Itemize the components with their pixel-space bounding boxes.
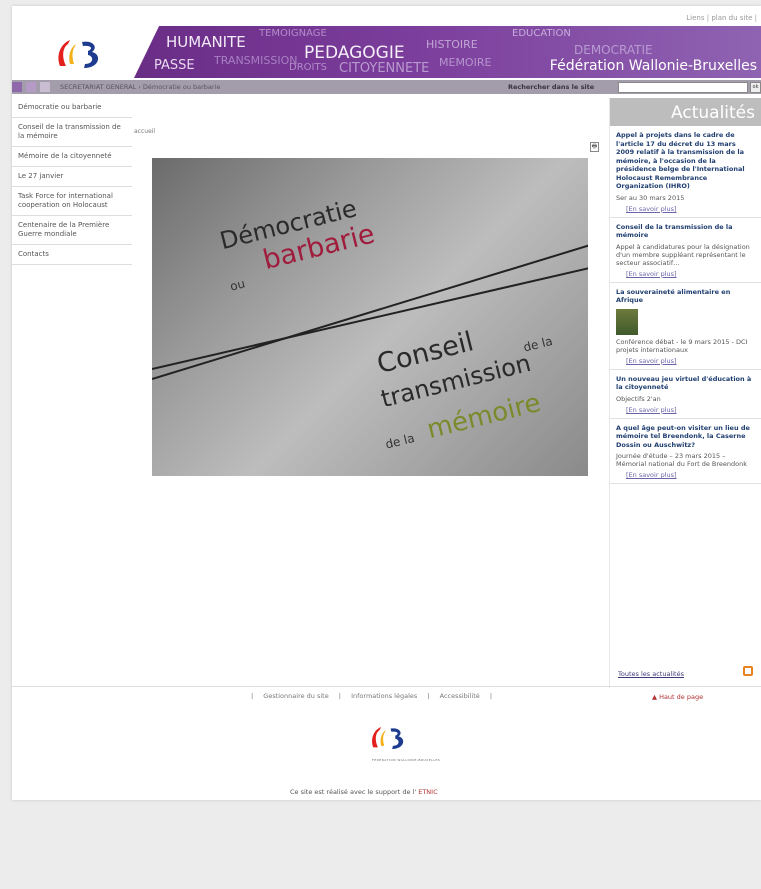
- banner-word: PASSE: [154, 58, 195, 73]
- footer-links: | Gestionnaire du site | Informations lé…: [247, 692, 496, 700]
- news-item: Conseil de la transmission de la mémoire…: [610, 218, 761, 283]
- sidebar-item-memoire[interactable]: Mémoire de la citoyenneté: [12, 147, 132, 167]
- sidebar-item-conseil[interactable]: Conseil de la transmission de la mémoire: [12, 118, 132, 147]
- news-header: Actualités: [610, 98, 761, 126]
- news-text: Objectifs 2'an: [616, 394, 661, 403]
- banner-word: DROITS: [289, 62, 327, 73]
- all-news-link[interactable]: Toutes les actualités: [618, 670, 684, 678]
- banner-word: HISTOIRE: [426, 38, 478, 51]
- news-title[interactable]: La souveraineté alimentaire en Afrique: [616, 288, 755, 305]
- read-more-link[interactable]: [En savoir plus]: [616, 270, 755, 278]
- hero-text: ou: [228, 276, 247, 294]
- banner-word: MEMOIRE: [439, 56, 492, 69]
- fwb-logo[interactable]: [52, 34, 108, 74]
- site-name: Fédération Wallonie-Bruxelles: [549, 58, 757, 74]
- news-item: Un nouveau jeu virtuel d'éducation à la …: [610, 370, 761, 419]
- sidebar-item-27-janvier[interactable]: Le 27 janvier: [12, 167, 132, 187]
- read-more-link[interactable]: [En savoir plus]: [616, 357, 755, 365]
- news-text: Conférence débat - le 9 mars 2015 - DCI …: [616, 337, 748, 354]
- search-input[interactable]: [618, 82, 748, 93]
- news-title[interactable]: Appel à projets dans le cadre de l'artic…: [616, 131, 755, 191]
- home-link[interactable]: accueil: [134, 128, 155, 135]
- footer-divider: [12, 686, 761, 687]
- read-more-link[interactable]: [En savoir plus]: [616, 205, 755, 213]
- news-title[interactable]: A quel âge peut-on visiter un lieu de mé…: [616, 424, 755, 450]
- news-panel: Actualités Appel à projets dans le cadre…: [609, 98, 761, 688]
- banner-word: EDUCATION: [512, 28, 571, 39]
- color-square: [12, 82, 22, 92]
- sidebar-item-democratie[interactable]: Démocratie ou barbarie: [12, 98, 132, 118]
- banner-word: HUMANITE: [166, 33, 246, 51]
- footer-sep: |: [338, 692, 341, 700]
- banner-word: TEMOIGNAGE: [259, 28, 327, 39]
- news-item: A quel âge peut-on visiter un lieu de mé…: [610, 419, 761, 484]
- hero-image: Démocratie ou barbarie Conseil de la tra…: [152, 158, 588, 476]
- sidebar-item-contacts[interactable]: Contacts: [12, 245, 132, 265]
- top-links[interactable]: Liens | plan du site |: [686, 14, 757, 22]
- news-text: Journée d'étude – 23 mars 2015 – Mémoria…: [616, 452, 748, 468]
- color-square: [40, 82, 50, 92]
- footer-note-text: Ce site est réalisé avec le support de l…: [290, 788, 417, 796]
- breadcrumb-bar: SECRETARIAT GENERAL › Démocratie ou barb…: [12, 80, 761, 94]
- search-button[interactable]: ok: [750, 82, 761, 93]
- header-banner: HUMANITE PASSE PEDAGOGIE TEMOIGNAGE TRAN…: [134, 26, 761, 78]
- page: Liens | plan du site | HUMANITE PASSE PE…: [12, 6, 761, 800]
- footer-logo-text: FÉDÉRATION WALLONIE-BRUXELLES: [372, 758, 441, 762]
- etnic-link[interactable]: ETNIC: [418, 788, 437, 796]
- news-title[interactable]: Un nouveau jeu virtuel d'éducation à la …: [616, 375, 755, 392]
- news-item: La souveraineté alimentaire en Afrique C…: [610, 283, 761, 370]
- footer-note: Ce site est réalisé avec le support de l…: [290, 788, 438, 796]
- footer-sep: |: [427, 692, 430, 700]
- read-more-link[interactable]: [En savoir plus]: [616, 406, 755, 414]
- footer-sep: |: [489, 692, 493, 700]
- sidebar-item-centenaire[interactable]: Centenaire de la Première Guerre mondial…: [12, 216, 132, 245]
- sidebar-item-task-force[interactable]: Task Force for international cooperation…: [12, 187, 132, 216]
- news-text: Appel à candidatures pour la désignation…: [616, 242, 750, 267]
- banner-word: PEDAGOGIE: [304, 43, 405, 63]
- banner-word: DEMOCRATIE: [574, 43, 653, 57]
- footer-link-accessibility[interactable]: Accessibilité: [440, 692, 480, 700]
- read-more-link[interactable]: [En savoir plus]: [616, 471, 755, 479]
- news-title[interactable]: Conseil de la transmission de la mémoire: [616, 223, 755, 240]
- rss-icon[interactable]: [743, 666, 753, 676]
- search-label: Rechercher dans le site: [508, 83, 595, 91]
- footer-logo[interactable]: [367, 718, 411, 758]
- news-thumbnail[interactable]: [616, 308, 638, 335]
- sidebar-nav: Démocratie ou barbarie Conseil de la tra…: [12, 98, 132, 265]
- footer-link-legal[interactable]: Informations légales: [351, 692, 417, 700]
- back-to-top-link[interactable]: ▲ Haut de page: [652, 693, 703, 701]
- color-square: [26, 82, 36, 92]
- footer-link-gestionnaire[interactable]: Gestionnaire du site: [263, 692, 328, 700]
- breadcrumb[interactable]: SECRETARIAT GENERAL › Démocratie ou barb…: [60, 83, 220, 91]
- hero-text: de la: [384, 430, 417, 452]
- print-icon[interactable]: 🖶: [590, 142, 599, 152]
- footer-sep: |: [251, 692, 254, 700]
- news-item: Appel à projets dans le cadre de l'artic…: [610, 126, 761, 218]
- banner-word: TRANSMISSION: [214, 54, 298, 67]
- news-text: Ser au 30 mars 2015: [616, 193, 685, 202]
- banner-word: CITOYENNETE: [339, 61, 430, 76]
